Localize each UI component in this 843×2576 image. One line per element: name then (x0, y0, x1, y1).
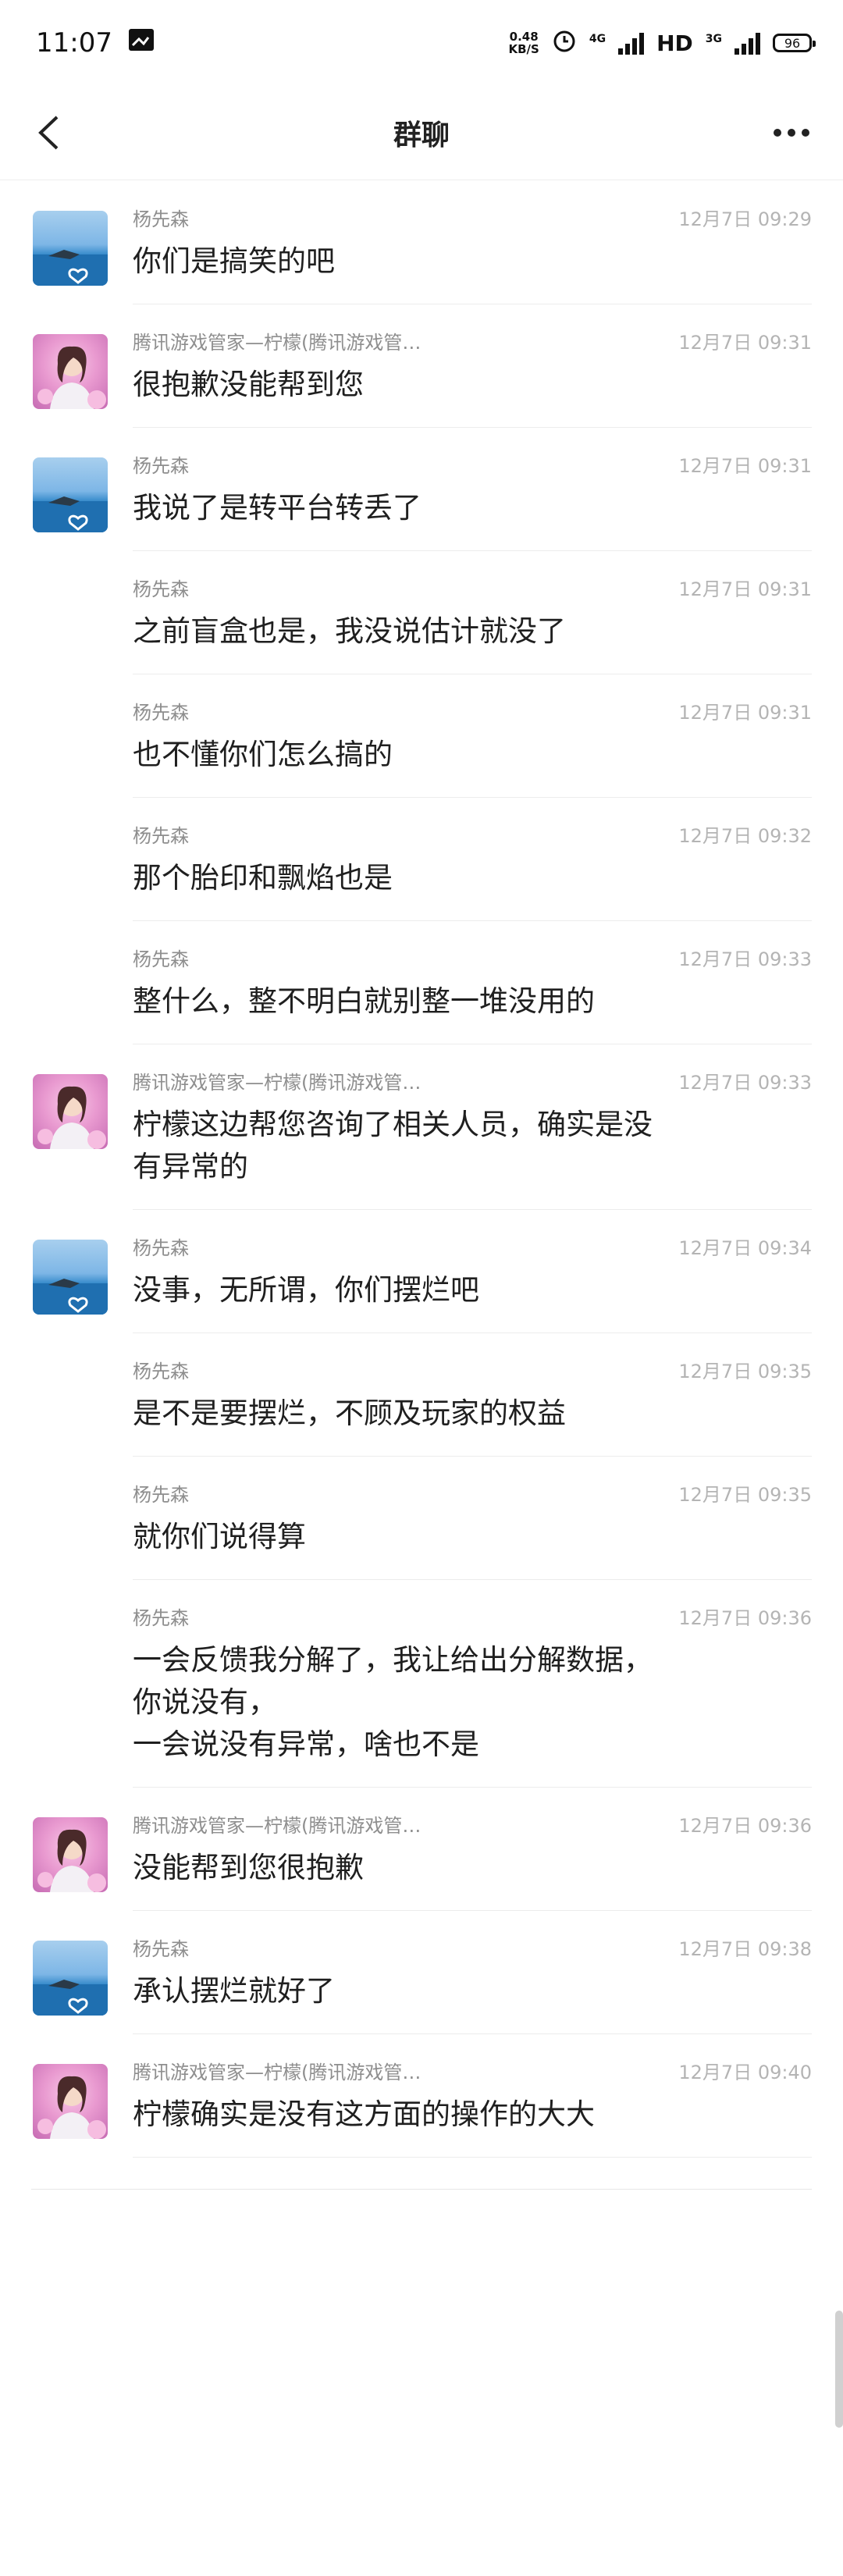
avatar-girl-image[interactable] (33, 334, 108, 409)
heart-badge-icon (33, 1980, 108, 2016)
message-sender: 杨先森 (133, 824, 189, 847)
message-text: 一会反馈我分解了，我让给出分解数据， 你说没有， 一会说没有异常，啥也不是 (133, 1643, 653, 1761)
chevron-left-icon (38, 116, 59, 150)
more-options-button[interactable] (767, 108, 816, 158)
message-item[interactable]: 杨先森 12月7日 09:36 一会反馈我分解了，我让给出分解数据， 你说没有，… (0, 1580, 843, 1788)
status-bar: 11:07 0.48 KB/S 4G HD 3G 96 (0, 0, 843, 86)
message-sender: 杨先森 (133, 1360, 189, 1382)
message-item[interactable]: 腾讯游戏管家—柠檬(腾讯游戏管… 12月7日 09:31 很抱歉没能帮到您 (0, 304, 843, 428)
message-text: 也不懂你们怎么搞的 (133, 738, 393, 771)
net-speed: 0.48 KB/S (508, 30, 539, 56)
avatar-girl-image[interactable] (33, 1817, 108, 1892)
message-item[interactable]: 杨先森 12月7日 09:32 那个胎印和飘焰也是 (0, 798, 843, 921)
message-time: 12月7日 09:31 (678, 701, 812, 724)
message-text: 承认摆烂就好了 (133, 1974, 335, 2008)
network-type-3g: 3G (705, 32, 722, 45)
message-time: 12月7日 09:38 (678, 1937, 812, 1960)
message-sender: 杨先森 (133, 578, 189, 600)
message-text: 你们是搞笑的吧 (133, 244, 335, 278)
message-item[interactable]: 杨先森 12月7日 09:38 承认摆烂就好了 (0, 1911, 843, 2034)
message-text: 没事，无所谓，你们摆烂吧 (133, 1273, 479, 1307)
message-text: 是不是要摆烂，不顾及玩家的权益 (133, 1397, 566, 1430)
message-item[interactable]: 腾讯游戏管家—柠檬(腾讯游戏管… 12月7日 09:36 没能帮到您很抱歉 (0, 1788, 843, 1911)
back-button[interactable] (23, 108, 73, 158)
scrollbar[interactable] (835, 2311, 843, 2428)
message-time: 12月7日 09:29 (678, 208, 812, 230)
avatar-sea-image[interactable] (33, 211, 108, 286)
message-item[interactable]: 杨先森 12月7日 09:29 你们是搞笑的吧 (0, 181, 843, 304)
message-time: 12月7日 09:35 (678, 1483, 812, 1506)
message-sender: 杨先森 (133, 1483, 189, 1506)
message-sender: 杨先森 (133, 454, 189, 477)
alarm-icon (552, 28, 577, 59)
battery-level: 96 (784, 35, 801, 51)
message-text: 柠檬确实是没有这方面的操作的大大 (133, 2097, 595, 2131)
message-sender: 杨先森 (133, 1937, 189, 1960)
message-item[interactable]: 杨先森 12月7日 09:35 就你们说得算 (0, 1457, 843, 1580)
message-time: 12月7日 09:31 (678, 331, 812, 354)
avatar-sea-image[interactable] (33, 1941, 108, 2016)
message-item[interactable]: 杨先森 12月7日 09:34 没事，无所谓，你们摆烂吧 (0, 1210, 843, 1333)
signal-icon-2 (735, 31, 760, 55)
battery-icon: 96 (773, 34, 816, 52)
message-time: 12月7日 09:34 (678, 1236, 812, 1259)
heart-badge-icon (33, 496, 108, 532)
hd-indicator: HD (656, 30, 693, 56)
message-sender: 腾讯游戏管家—柠檬(腾讯游戏管… (133, 1814, 422, 1837)
message-text: 那个胎印和飘焰也是 (133, 861, 393, 895)
message-time: 12月7日 09:35 (678, 1360, 812, 1382)
message-item[interactable]: 杨先森 12月7日 09:31 也不懂你们怎么搞的 (0, 674, 843, 798)
message-time: 12月7日 09:36 (678, 1814, 812, 1837)
status-time: 11:07 (36, 27, 112, 59)
message-divider (133, 2157, 812, 2158)
message-item[interactable]: 杨先森 12月7日 09:31 之前盲盒也是，我没说估计就没了 (0, 551, 843, 674)
message-time: 12月7日 09:33 (678, 948, 812, 970)
message-text: 之前盲盒也是，我没说估计就没了 (133, 614, 566, 648)
message-time: 12月7日 09:33 (678, 1071, 812, 1094)
page-title: 群聊 (393, 119, 450, 151)
notification-icon (128, 27, 155, 59)
message-time: 12月7日 09:36 (678, 1606, 812, 1629)
message-text: 柠檬这边帮您咨询了相关人员，确实是没 有异常的 (133, 1108, 653, 1183)
avatar-girl-image[interactable] (33, 1074, 108, 1149)
heart-badge-icon (33, 1279, 108, 1315)
portrait-icon (37, 346, 106, 409)
portrait-icon (37, 1829, 106, 1892)
avatar-sea-image[interactable] (33, 1240, 108, 1315)
message-sender: 腾讯游戏管家—柠檬(腾讯游戏管… (133, 331, 422, 354)
avatar-sea-image[interactable] (33, 457, 108, 532)
network-type-4g: 4G (589, 32, 606, 45)
message-time: 12月7日 09:32 (678, 824, 812, 847)
message-sender: 杨先森 (133, 701, 189, 724)
chat-message-list[interactable]: 杨先森 12月7日 09:29 你们是搞笑的吧 腾讯游戏管家—柠檬(腾讯游戏管…… (0, 181, 843, 2190)
message-text: 很抱歉没能帮到您 (133, 368, 364, 401)
more-dot-icon (774, 129, 781, 137)
message-item[interactable]: 腾讯游戏管家—柠檬(腾讯游戏管… 12月7日 09:33 柠檬这边帮您咨询了相关… (0, 1044, 843, 1210)
message-text: 我说了是转平台转丢了 (133, 491, 422, 525)
heart-badge-icon (33, 250, 108, 286)
message-text: 没能帮到您很抱歉 (133, 1851, 364, 1884)
message-sender: 杨先森 (133, 1606, 189, 1629)
message-item[interactable]: 杨先森 12月7日 09:31 我说了是转平台转丢了 (0, 428, 843, 551)
message-text: 整什么，整不明白就别整一堆没用的 (133, 984, 595, 1018)
message-sender: 腾讯游戏管家—柠檬(腾讯游戏管… (133, 2061, 422, 2083)
message-item[interactable]: 腾讯游戏管家—柠檬(腾讯游戏管… 12月7日 09:40 柠檬确实是没有这方面的… (0, 2034, 843, 2158)
message-time: 12月7日 09:31 (678, 578, 812, 600)
message-text: 就你们说得算 (133, 1520, 306, 1553)
avatar-girl-image[interactable] (33, 2064, 108, 2139)
message-item[interactable]: 杨先森 12月7日 09:35 是不是要摆烂，不顾及玩家的权益 (0, 1333, 843, 1457)
message-item[interactable]: 杨先森 12月7日 09:33 整什么，整不明白就别整一堆没用的 (0, 921, 843, 1044)
portrait-icon (37, 1086, 106, 1149)
message-sender: 腾讯游戏管家—柠檬(腾讯游戏管… (133, 1071, 422, 1094)
signal-icon (618, 31, 645, 55)
message-sender: 杨先森 (133, 208, 189, 230)
message-sender: 杨先森 (133, 948, 189, 970)
portrait-icon (37, 2076, 106, 2139)
chat-header: 群聊 (0, 86, 843, 180)
message-sender: 杨先森 (133, 1236, 189, 1259)
message-time: 12月7日 09:40 (678, 2061, 812, 2083)
message-time: 12月7日 09:31 (678, 454, 812, 477)
list-end-divider (31, 2189, 812, 2190)
